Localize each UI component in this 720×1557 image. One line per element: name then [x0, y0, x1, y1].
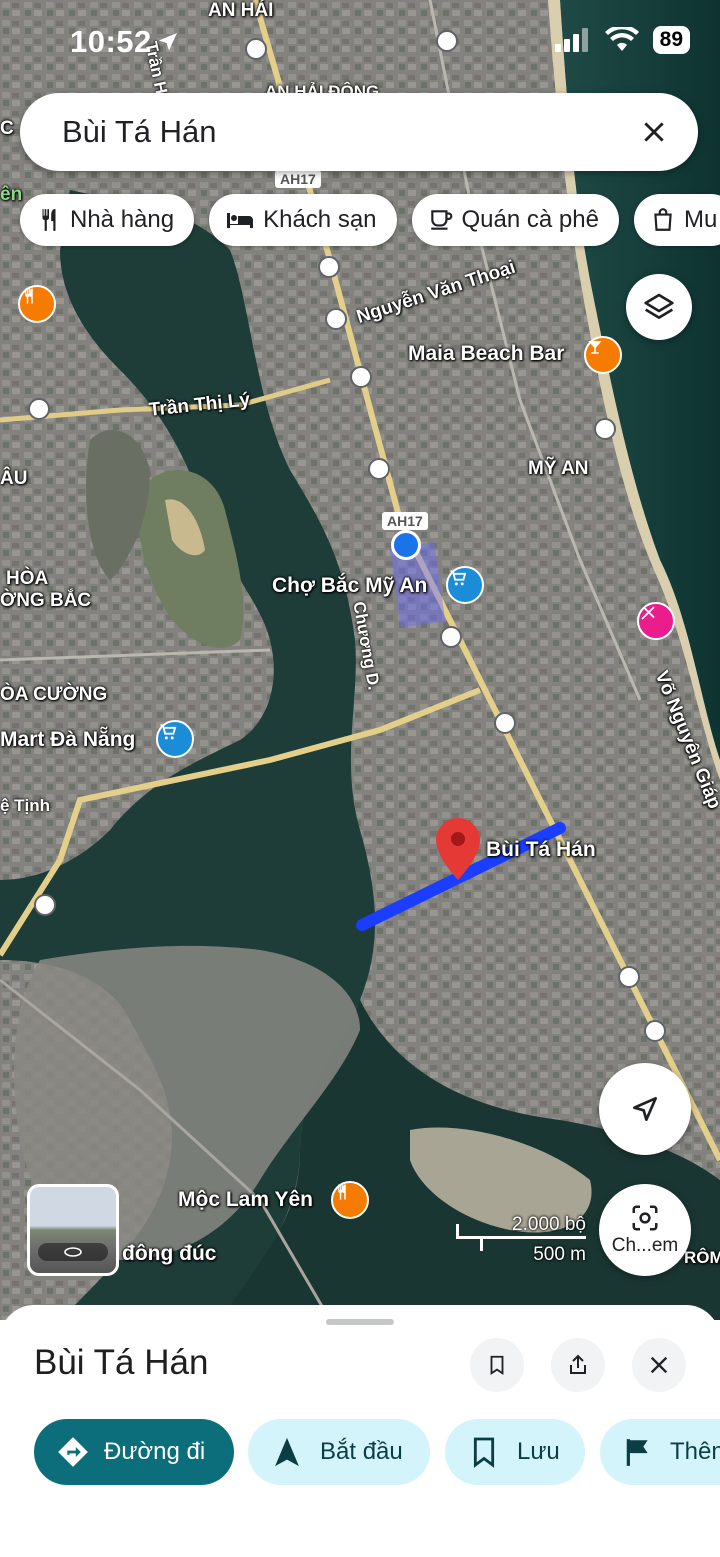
share-icon	[570, 1354, 586, 1374]
save-place-button[interactable]	[470, 1338, 524, 1392]
chip-label: Nhà hàng	[70, 206, 175, 233]
bus-stop-icon[interactable]	[368, 458, 390, 480]
rotate-360-icon	[64, 1247, 82, 1257]
bus-stop-icon[interactable]	[34, 894, 56, 916]
status-time: 10:52	[70, 24, 152, 59]
restaurant-poi-icon[interactable]	[18, 285, 56, 323]
bookmark-icon	[473, 1437, 495, 1468]
cellular-signal-icon	[554, 28, 588, 52]
bus-stop-icon[interactable]	[440, 626, 462, 648]
start-button[interactable]: Bắt đầu	[248, 1419, 430, 1485]
status-bar: 10:52 89	[0, 0, 720, 84]
restaurant-poi-icon[interactable]	[331, 1181, 369, 1219]
my-location-button[interactable]	[599, 1063, 691, 1155]
scale-metric: 500 m	[533, 1244, 586, 1265]
camera-search-icon	[632, 1205, 658, 1231]
bus-stop-icon[interactable]	[28, 398, 50, 420]
restaurant-icon	[42, 209, 56, 231]
bus-stop-icon[interactable]	[325, 308, 347, 330]
navigation-arrow-outline-icon	[633, 1097, 657, 1121]
chip-label: Khách sạn	[263, 206, 377, 233]
close-icon	[644, 122, 664, 142]
save-label: Lưu	[517, 1438, 560, 1465]
chip-label: Quán cà phê	[461, 206, 599, 233]
share-button[interactable]	[551, 1338, 605, 1392]
close-icon	[650, 1356, 668, 1374]
layers-icon	[644, 293, 674, 319]
market-poi-icon[interactable]	[446, 566, 484, 604]
lens-label: Ch...em	[611, 1235, 679, 1256]
search-bar[interactable]: Bùi Tá Hán	[20, 93, 698, 171]
bar-poi-icon[interactable]	[584, 336, 622, 374]
highway-shield-ah17: AH17	[382, 512, 428, 530]
attraction-poi-icon[interactable]	[637, 602, 675, 640]
map-label-my-an: MỸ AN	[528, 458, 589, 479]
save-button[interactable]: Lưu	[445, 1419, 585, 1485]
search-input[interactable]: Bùi Tá Hán	[62, 114, 624, 150]
map-label-mart-da-nang: Mart Đà Nẵng	[0, 728, 136, 751]
location-arrow-icon	[159, 33, 177, 51]
map-label-ong-bac: ỜNG BẮC	[0, 590, 92, 611]
battery-level: 89	[652, 26, 690, 54]
wifi-icon	[604, 27, 639, 51]
chip-label: Mu	[683, 206, 718, 233]
category-chips: Nhà hàng Khách sạn Quán cà phê Mu	[20, 194, 720, 246]
bus-stop-icon[interactable]	[594, 418, 616, 440]
bus-stop-icon[interactable]	[494, 712, 516, 734]
map-label-bui-ta-han: Bùi Tá Hán	[486, 838, 596, 861]
scale-imperial: 2.000 bộ	[512, 1214, 586, 1235]
map-label-en: ên	[0, 184, 23, 205]
lens-button[interactable]: Ch...em	[599, 1184, 691, 1276]
chip-cafes[interactable]: Quán cà phê	[411, 194, 619, 246]
bus-stop-icon[interactable]	[618, 966, 640, 988]
directions-icon	[58, 1437, 88, 1467]
chip-shopping[interactable]: Mu	[633, 194, 720, 246]
place-bottom-sheet[interactable]: Bùi Tá Hán Đường đi Bắt đầu Lưu Thêm	[0, 1305, 720, 1557]
flag-icon	[626, 1439, 648, 1466]
map-label-c-left: C	[0, 118, 14, 139]
shopping-bag-icon	[654, 208, 672, 231]
map-label-hoa: HÒA	[6, 568, 49, 589]
highway-shield-ah17-top: AH17	[275, 170, 321, 188]
map-label-moc-lam-yen: Mộc Lam Yên	[178, 1188, 313, 1211]
map-label-oa-cuong: ÒA CƯỜNG	[0, 684, 108, 705]
street-view-thumbnail[interactable]	[27, 1184, 119, 1276]
map-label-rom: RÔM	[684, 1248, 720, 1267]
bus-stop-icon[interactable]	[644, 1020, 666, 1042]
directions-button[interactable]: Đường đi	[34, 1419, 234, 1485]
more-label: Thêm	[670, 1438, 720, 1465]
hotel-icon	[227, 213, 254, 228]
map-scale: 2.000 bộ 500 m	[456, 1214, 586, 1265]
navigation-arrow-icon	[275, 1437, 299, 1467]
more-button[interactable]: Thêm	[600, 1419, 720, 1485]
map-label-dong-duc: đông đúc	[122, 1242, 217, 1265]
map-label-cho-bac-my-an: Chợ Bắc Mỹ An	[272, 574, 428, 597]
layers-button[interactable]	[626, 274, 692, 340]
bookmark-icon	[490, 1355, 504, 1375]
map-label-te-tinh: ệ Tịnh	[0, 796, 51, 815]
drag-handle[interactable]	[326, 1319, 394, 1325]
mart-poi-icon[interactable]	[156, 720, 194, 758]
coffee-icon	[430, 210, 452, 230]
chip-hotels[interactable]: Khách sạn	[209, 194, 397, 246]
current-location-dot	[391, 530, 421, 560]
place-title: Bùi Tá Hán	[34, 1343, 209, 1382]
bus-stop-icon[interactable]	[350, 366, 372, 388]
start-label: Bắt đầu	[320, 1438, 403, 1465]
close-sheet-button[interactable]	[632, 1338, 686, 1392]
map-label-maia-beach-bar: Maia Beach Bar	[408, 342, 565, 365]
map-label-au: ÂU	[0, 468, 28, 489]
chip-restaurants[interactable]: Nhà hàng	[20, 194, 195, 246]
bus-stop-icon[interactable]	[318, 256, 340, 278]
clear-search-button[interactable]	[624, 102, 684, 162]
directions-label: Đường đi	[104, 1438, 206, 1465]
